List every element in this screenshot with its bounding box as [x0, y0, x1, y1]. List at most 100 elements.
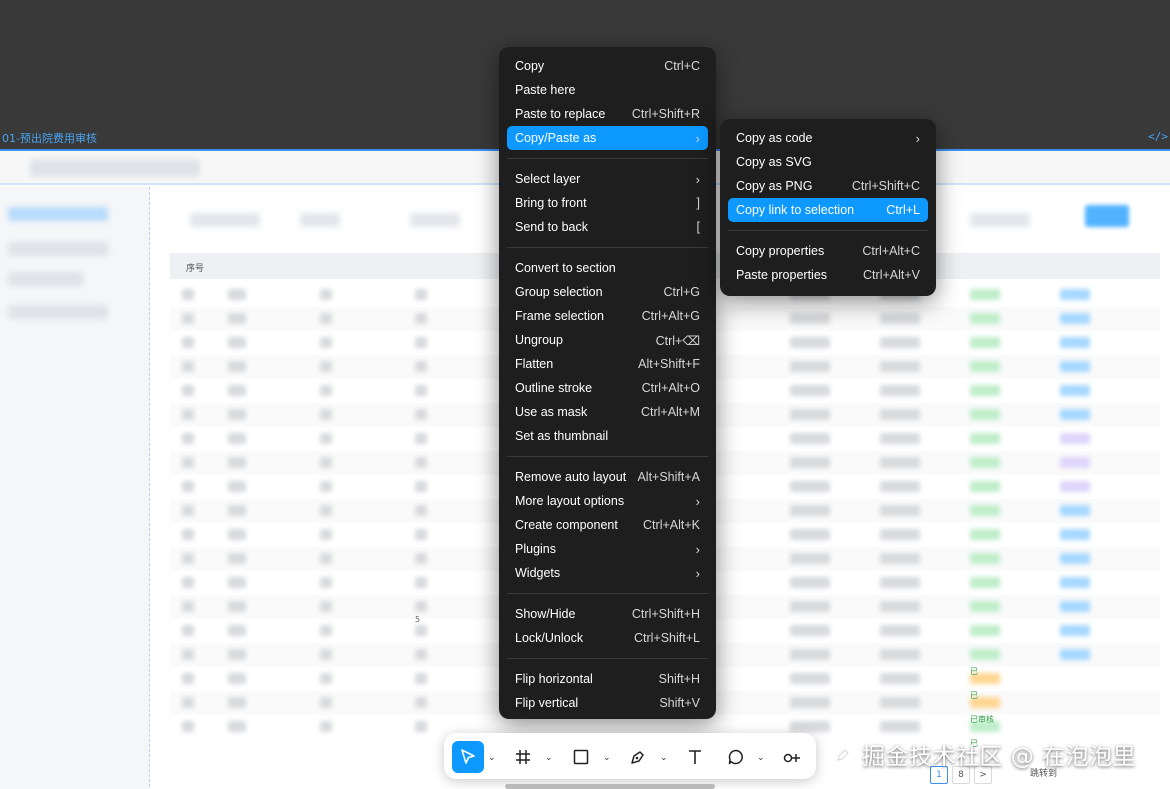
comment-tool[interactable]	[720, 741, 752, 773]
submenu-item-copy-link-to-selection[interactable]: Copy link to selection Ctrl+L	[728, 198, 928, 222]
table-cell	[880, 313, 920, 324]
table-cell	[970, 433, 1000, 444]
menu-item-convert-to-section[interactable]: Convert to section	[507, 256, 708, 280]
submenu-item-copy-as-svg[interactable]: Copy as SVG	[728, 150, 928, 174]
table-cell	[228, 457, 246, 468]
menu-item-shortcut: Ctrl+Alt+M	[640, 405, 700, 419]
menu-item-paste-to-replace[interactable]: Paste to replace Ctrl+Shift+R	[507, 102, 708, 126]
frame-tool-caret-icon[interactable]: ⌄	[545, 752, 553, 763]
menu-item-frame-selection[interactable]: Frame selection Ctrl+Alt+G	[507, 304, 708, 328]
menu-item-label: Remove auto layout	[515, 470, 627, 484]
comment-tool-caret-icon[interactable]: ⌄	[757, 752, 765, 763]
table-cell	[1060, 505, 1090, 516]
shape-tool-caret-icon[interactable]: ⌄	[603, 752, 611, 763]
menu-item-outline-stroke[interactable]: Outline stroke Ctrl+Alt+O	[507, 376, 708, 400]
table-cell	[415, 721, 427, 732]
bottom-toolbar: ⌄ ⌄ ⌄ ⌄ ⌄	[444, 733, 816, 779]
menu-item-copy-paste-as[interactable]: Copy/Paste as ›	[507, 126, 708, 150]
table-cell	[320, 649, 332, 660]
chevron-right-icon: ›	[695, 541, 700, 557]
menu-item-label: Plugins	[515, 542, 556, 556]
frame-label[interactable]: 01-预出院费用审核	[2, 130, 97, 146]
table-cell	[320, 337, 332, 348]
table-cell	[320, 409, 332, 420]
table-cell	[880, 433, 920, 444]
submenu-item-copy-as-png[interactable]: Copy as PNG Ctrl+Shift+C	[728, 174, 928, 198]
menu-item-label: Flip vertical	[515, 696, 579, 710]
table-cell	[970, 457, 1000, 468]
pen-tool-caret-icon[interactable]: ⌄	[660, 752, 668, 763]
table-cell	[1060, 625, 1090, 636]
menu-item-flip-vertical[interactable]: Flip vertical Shift+V	[507, 691, 708, 715]
watermark: 掘金技术社区 @ 在泡泡里	[862, 744, 1137, 770]
menu-item-flip-horizontal[interactable]: Flip horizontal Shift+H	[507, 667, 708, 691]
menu-item-lock-unlock[interactable]: Lock/Unlock Ctrl+Shift+L	[507, 626, 708, 650]
move-tool-caret-icon[interactable]: ⌄	[488, 752, 496, 763]
table-cell	[415, 649, 427, 660]
table-cell	[790, 481, 830, 492]
table-cell	[415, 697, 427, 708]
submenu-item-copy-as-code[interactable]: Copy as code ›	[728, 126, 928, 150]
menu-item-label: Copy link to selection	[736, 203, 855, 217]
comment-icon	[728, 749, 743, 765]
menu-item-plugins[interactable]: Plugins ›	[507, 537, 708, 561]
table-cell	[182, 649, 194, 660]
table-cell	[790, 553, 830, 564]
table-cell	[182, 289, 194, 300]
menu-item-bring-to-front[interactable]: Bring to front]	[507, 191, 708, 215]
menu-item-group-selection[interactable]: Group selection Ctrl+G	[507, 280, 708, 304]
actions-tool[interactable]	[776, 741, 808, 773]
menu-item-send-to-back[interactable]: Send to back [	[507, 215, 708, 239]
table-cell	[415, 505, 427, 516]
table-cell	[182, 337, 194, 348]
table-cell	[415, 577, 427, 588]
menu-item-set-as-thumbnail[interactable]: Set as thumbnail	[507, 424, 708, 448]
menu-item-more-layout-options[interactable]: More layout options ›	[507, 489, 708, 513]
menu-item-select-layer[interactable]: Select layer ›	[507, 167, 708, 191]
menu-item-label: Create component	[515, 518, 618, 532]
menu-item-shortcut: Ctrl+C	[664, 59, 700, 73]
table-cell	[880, 337, 920, 348]
menu-item-label: Paste to replace	[515, 107, 606, 121]
pen-tool[interactable]	[622, 741, 654, 773]
submenu-item-copy-properties[interactable]: Copy properties Ctrl+Alt+C	[728, 239, 928, 263]
menu-item-paste-here[interactable]: Paste here	[507, 78, 708, 102]
table-cell	[970, 601, 1000, 612]
menu-item-label: Select layer	[515, 172, 581, 186]
horizontal-scrollbar[interactable]	[505, 784, 715, 789]
table-cell	[228, 601, 246, 612]
shape-tool[interactable]	[565, 741, 597, 773]
menu-item-shortcut: Shift+V	[659, 696, 700, 710]
table-cell	[880, 385, 920, 396]
menu-item-widgets[interactable]: Widgets ›	[507, 561, 708, 585]
text-tool[interactable]	[679, 741, 711, 773]
search-button	[1085, 205, 1129, 227]
table-cell	[970, 481, 1000, 492]
table-cell	[182, 433, 194, 444]
menu-item-shortcut: Ctrl+Shift+H	[631, 607, 700, 621]
frame-tool[interactable]	[507, 741, 539, 773]
menu-separator	[507, 658, 708, 659]
table-cell	[320, 553, 332, 564]
menu-separator	[728, 230, 928, 231]
menu-item-shortcut: Ctrl+Shift+C	[851, 179, 920, 193]
code-icon[interactable]: </>	[1148, 130, 1168, 143]
table-cell	[1060, 409, 1090, 420]
menu-item-flatten[interactable]: Flatten Alt+Shift+F	[507, 352, 708, 376]
table-cell	[415, 481, 427, 492]
menu-item-show-hide[interactable]: Show/Hide Ctrl+Shift+H	[507, 602, 708, 626]
menu-item-ungroup[interactable]: Ungroup Ctrl+⌫	[507, 328, 708, 352]
table-cell	[228, 313, 246, 324]
menu-item-use-as-mask[interactable]: Use as mask Ctrl+Alt+M	[507, 400, 708, 424]
menu-item-remove-auto-layout[interactable]: Remove auto layout Alt+Shift+A	[507, 465, 708, 489]
move-tool[interactable]	[452, 741, 484, 773]
menu-item-label: Outline stroke	[515, 381, 593, 395]
table-cell	[320, 529, 332, 540]
menu-item-copy[interactable]: Copy Ctrl+C	[507, 54, 708, 78]
menu-item-create-component[interactable]: Create component Ctrl+Alt+K	[507, 513, 708, 537]
table-cell	[970, 409, 1000, 420]
menu-item-shortcut: ]	[696, 196, 700, 210]
table-cell	[880, 625, 920, 636]
table-cell	[228, 337, 246, 348]
submenu-item-paste-properties[interactable]: Paste properties Ctrl+Alt+V	[728, 263, 928, 287]
